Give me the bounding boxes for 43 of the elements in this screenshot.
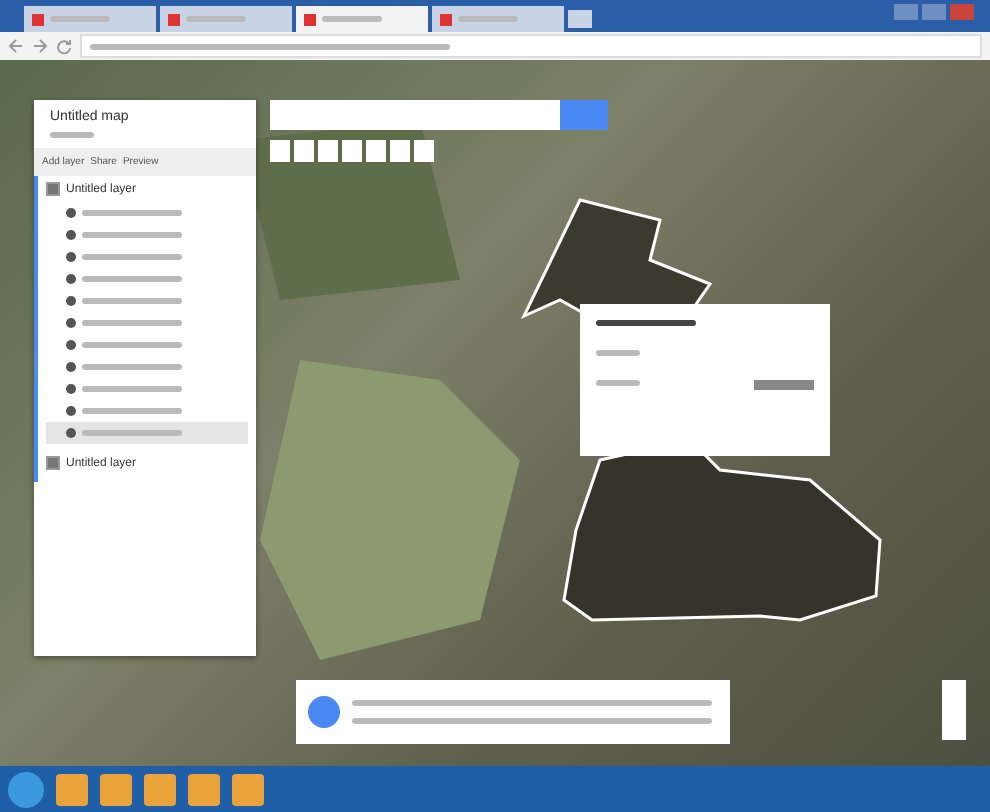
- zoom-control[interactable]: [942, 680, 966, 740]
- layer-checkbox[interactable]: [46, 456, 60, 470]
- toolbar-button[interactable]: [294, 140, 314, 162]
- toolbar-button[interactable]: [414, 140, 434, 162]
- back-icon[interactable]: [8, 38, 24, 54]
- toolbar-button[interactable]: [318, 140, 338, 162]
- favicon-icon: [168, 13, 180, 25]
- toolbar-button[interactable]: [270, 140, 290, 162]
- browser-tab[interactable]: [160, 6, 292, 32]
- blurred-text: [322, 16, 382, 22]
- favicon-icon: [32, 13, 44, 25]
- browser-tab[interactable]: [24, 6, 156, 32]
- blurred-text: [458, 16, 518, 22]
- maximize-button[interactable]: [922, 4, 946, 20]
- close-button[interactable]: [950, 4, 974, 20]
- toolbar-button[interactable]: [390, 140, 410, 162]
- toolbar-button[interactable]: [366, 140, 386, 162]
- blurred-text: [186, 16, 246, 22]
- search-field[interactable]: [270, 100, 560, 130]
- taskbar-app-icon[interactable]: [188, 773, 220, 805]
- layer-checkbox[interactable]: [46, 182, 60, 196]
- blurred-text: [50, 132, 94, 138]
- minimize-button[interactable]: [894, 4, 918, 20]
- taskbar-app-icon[interactable]: [100, 773, 132, 805]
- taskbar-app-icon[interactable]: [56, 773, 88, 805]
- browser-tab[interactable]: [432, 6, 564, 32]
- search-button[interactable]: [560, 100, 608, 130]
- blurred-text: [50, 16, 110, 22]
- taskbar-app-icon[interactable]: [232, 773, 264, 805]
- address-field[interactable]: [80, 34, 982, 58]
- favicon-icon: [304, 13, 316, 25]
- forward-icon[interactable]: [32, 38, 48, 54]
- start-button[interactable]: [8, 771, 44, 807]
- favicon-icon: [440, 13, 452, 25]
- new-tab-button[interactable]: [568, 10, 592, 28]
- reload-icon[interactable]: [56, 38, 72, 54]
- notification-icon: [308, 696, 340, 728]
- layer-item[interactable]: [46, 422, 248, 444]
- toolbar-button[interactable]: [342, 140, 362, 162]
- taskbar-app-icon[interactable]: [144, 773, 176, 805]
- blurred-text: [596, 320, 696, 326]
- blurred-text: [596, 350, 640, 356]
- browser-tab[interactable]: [296, 6, 428, 32]
